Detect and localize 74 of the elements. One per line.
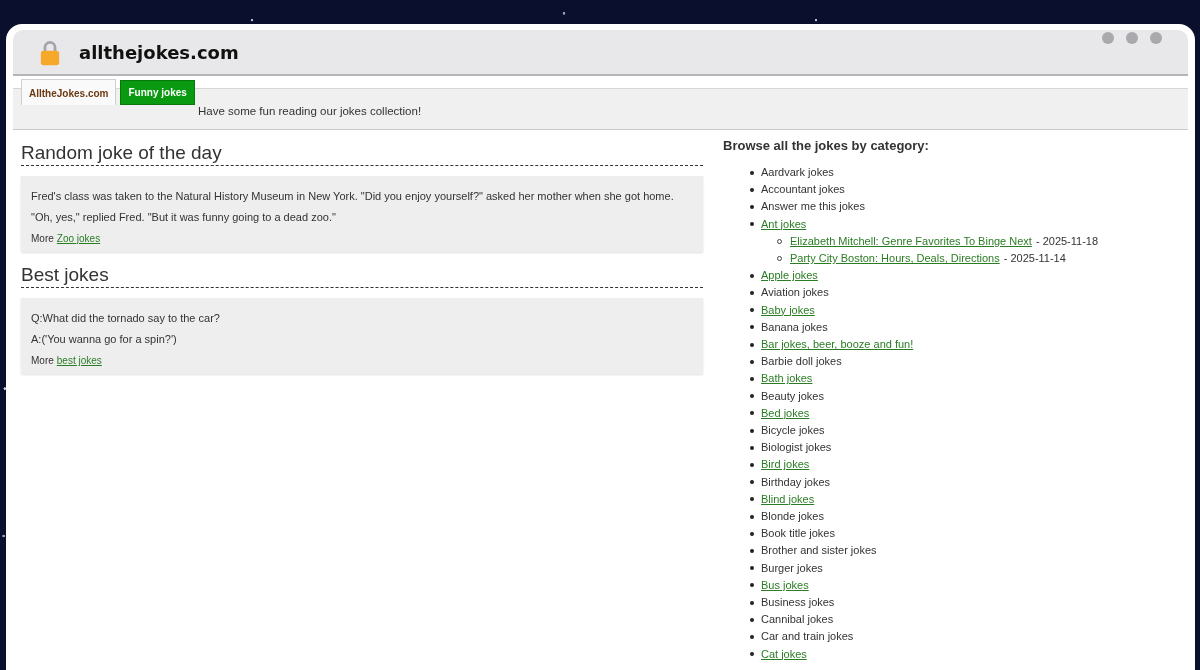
joke-text: A:('You wanna go for a spin?')	[31, 332, 178, 347]
category-link[interactable]: Bar jokes, beer, booze and fun!	[761, 336, 914, 354]
bullet-icon	[750, 308, 754, 313]
bullet-icon	[750, 531, 754, 536]
more-link[interactable]: Zoo jokes	[56, 233, 101, 244]
bullet-icon	[750, 342, 754, 347]
nav-tab[interactable]: Funny jokes	[120, 80, 195, 105]
tagline: Have some fun reading our jokes collection!	[198, 105, 423, 117]
category-label: Barbie doll jokes	[761, 354, 842, 370]
category-heading: Browse all the jokes by category:	[723, 138, 930, 153]
category-label: Cannibal jokes	[761, 612, 834, 628]
bullet-icon	[750, 463, 754, 468]
joke-text: Q:What did the tornado say to the car?	[31, 311, 221, 326]
bullet-icon	[750, 652, 754, 657]
category-label: Bicycle jokes	[761, 423, 825, 439]
joke-text: Fred's class was taken to the Natural History Museum in New York. "Did you enjoy yourself?" asked her mother when she got home.	[31, 189, 675, 204]
category-link[interactable]: Baby jokes	[761, 301, 815, 319]
category-label: Banana jokes	[761, 319, 828, 335]
bullet-icon	[750, 635, 754, 640]
bullet-icon	[750, 566, 754, 571]
category-label: Book title jokes	[761, 526, 835, 542]
joke-text: "Oh, yes," replied Fred. "But it was funny going to a dead zoo."	[31, 210, 337, 225]
category-link[interactable]: Apple jokes	[761, 267, 818, 285]
bullet-icon	[750, 291, 754, 295]
category-link[interactable]: Bed jokes	[761, 404, 810, 423]
more-label: More	[31, 355, 54, 366]
more-label: More	[31, 233, 54, 244]
category-label: Aviation jokes	[761, 285, 829, 301]
bullet-icon	[750, 428, 754, 433]
bullet-icon	[750, 600, 754, 605]
bullet-icon	[750, 222, 754, 227]
category-link[interactable]: Bird jokes	[761, 456, 810, 474]
lock-icon	[39, 38, 61, 66]
more-link[interactable]: best jokes	[56, 355, 102, 366]
category-label: Business jokes	[761, 595, 835, 611]
bullet-icon	[750, 325, 754, 330]
bullet-icon	[750, 583, 754, 588]
section-heading: Best jokes	[21, 264, 703, 288]
article-date: - 2025-11-14	[1003, 251, 1066, 266]
bullet-icon	[750, 617, 754, 622]
article-link[interactable]: Party City Boston: Hours, Deals, Directions	[790, 250, 1000, 268]
article-link[interactable]: Elizabeth Mitchell: Genre Favorites To Binge Next	[790, 232, 1032, 250]
category-label: Aardvark jokes	[761, 165, 834, 180]
nav-tab[interactable]: AlltheJokes.com	[21, 79, 117, 105]
bullet-icon	[750, 411, 754, 416]
category-label: Answer me this jokes	[761, 199, 865, 215]
bullet-icon	[750, 187, 754, 192]
category-label: Blonde jokes	[761, 509, 824, 525]
category-label: Brother and sister jokes	[761, 543, 877, 559]
category-label: Burger jokes	[761, 560, 823, 576]
bullet-icon	[750, 273, 754, 278]
bullet-icon	[750, 497, 754, 502]
bullet-icon	[750, 445, 754, 450]
category-label: Car and train jokes	[761, 629, 854, 645]
bullet-icon	[750, 377, 754, 382]
category-label: Birthday jokes	[761, 474, 831, 490]
bullet-icon	[750, 170, 754, 175]
article-date: - 2025-11-18	[1035, 233, 1099, 249]
bullet-icon	[750, 394, 754, 399]
bullet-icon	[750, 514, 754, 519]
bullet-icon	[750, 359, 754, 364]
section-heading: Random joke of the day	[21, 142, 703, 166]
category-label: Biologist jokes	[761, 440, 832, 456]
category-link[interactable]: Bus jokes	[761, 576, 809, 595]
category-label: Beauty jokes	[761, 388, 824, 404]
category-link[interactable]: Blind jokes	[761, 490, 815, 509]
category-link[interactable]: Cat jokes	[761, 645, 807, 663]
site-address: allthejokes.com	[79, 41, 239, 63]
bullet-icon	[750, 549, 754, 554]
bullet-icon	[750, 480, 754, 485]
category-label: Accountant jokes	[761, 182, 845, 198]
category-link[interactable]: Bath jokes	[761, 370, 813, 388]
category-link[interactable]: Ant jokes	[761, 215, 807, 233]
bullet-icon	[750, 205, 754, 209]
